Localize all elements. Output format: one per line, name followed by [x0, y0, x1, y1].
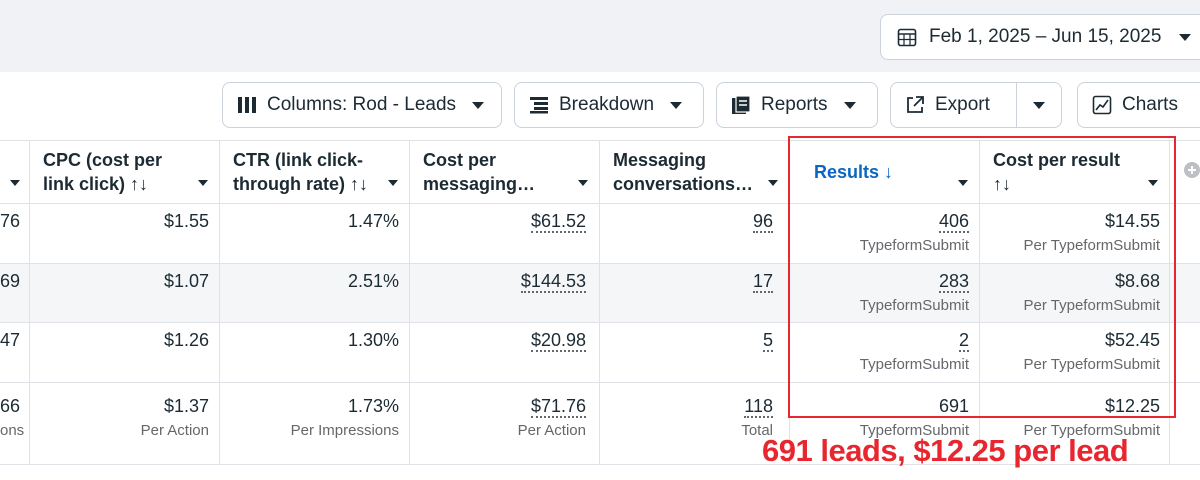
table-cell-cost-per-result-sub: Per TypeformSubmit	[1023, 237, 1160, 254]
table-cell-ctr: 1.30%	[347, 330, 399, 350]
chevron-down-icon	[1179, 33, 1192, 41]
table-cell-ctr: 1.47%	[347, 211, 399, 231]
chevron-down-icon[interactable]	[578, 173, 588, 191]
export-button-group: Export	[890, 82, 1062, 128]
chevron-down-icon[interactable]	[388, 173, 398, 191]
table-cell-cost-per-result: $52.45	[1104, 330, 1160, 350]
table-cell-cpc: $1.26	[163, 330, 209, 350]
chevron-down-icon[interactable]	[198, 173, 208, 191]
column-header-cpc[interactable]: CPC (cost per link click) ↑↓	[43, 148, 162, 196]
column-header-results[interactable]: Results ↓	[814, 160, 893, 184]
date-range-picker[interactable]: Feb 1, 2025 – Jun 15, 2025	[880, 14, 1200, 60]
chart-icon	[1092, 95, 1112, 115]
table-cell-messaging[interactable]: 96	[752, 211, 773, 233]
column-header-cost-per-result[interactable]: Cost per result ↑↓	[993, 148, 1120, 196]
total-cost-per-messaging-sub: Per Action	[517, 422, 586, 439]
export-dropdown-button[interactable]	[1017, 83, 1061, 127]
column-header-cost-per-messaging[interactable]: Cost per messaging…	[423, 148, 535, 196]
breakdown-label: Breakdown	[559, 94, 655, 115]
columns-button[interactable]: Columns: Rod - Leads	[222, 82, 502, 128]
breakdown-button[interactable]: Breakdown	[514, 82, 704, 128]
charts-label: Charts	[1122, 94, 1178, 115]
table-cell-cpc: $1.07	[163, 271, 209, 291]
chevron-down-icon[interactable]	[958, 173, 968, 191]
add-column-icon[interactable]	[1184, 162, 1200, 178]
table-cell-results[interactable]: 2	[958, 330, 969, 352]
table-cell-partial-sub: ons	[0, 422, 25, 439]
total-results: 691	[938, 396, 969, 416]
table-cell-ctr: 2.51%	[347, 271, 399, 291]
charts-button[interactable]: Charts	[1077, 82, 1200, 128]
total-cpc: $1.37	[163, 396, 209, 416]
columns-label: Columns: Rod - Leads	[267, 94, 457, 115]
table-cell-cost-per-result-sub: Per TypeformSubmit	[1023, 356, 1160, 373]
table-cell-results-sub: TypeformSubmit	[859, 297, 969, 314]
chevron-down-icon	[472, 101, 485, 109]
chevron-down-icon[interactable]	[768, 173, 778, 191]
ads-table: CPC (cost per link click) ↑↓ CTR (link c…	[0, 140, 1200, 465]
export-icon	[907, 96, 924, 113]
table-cell-results[interactable]: 283	[938, 271, 969, 293]
table-cell-cost-per-result: $14.55	[1104, 211, 1160, 231]
breakdown-icon	[530, 97, 548, 114]
total-ctr: 1.73%	[347, 396, 399, 416]
total-cost-per-result: $12.25	[1104, 396, 1160, 416]
table-cell-messaging[interactable]: 5	[762, 330, 773, 352]
total-cost-per-messaging[interactable]: $71.76	[530, 396, 586, 418]
table-cell-partial: 47	[0, 330, 21, 350]
reports-label: Reports	[761, 94, 828, 115]
chevron-down-icon[interactable]	[10, 173, 20, 191]
chevron-down-icon	[843, 101, 856, 109]
calendar-icon	[897, 28, 917, 47]
table-cell-partial: 69	[0, 271, 21, 291]
table-cell-cpc: $1.55	[163, 211, 209, 231]
table-cell-partial: 66	[0, 396, 21, 416]
total-cpc-sub: Per Action	[140, 422, 209, 439]
table-cell-cost-per-messaging[interactable]: $61.52	[530, 211, 586, 233]
total-messaging[interactable]: 118	[744, 396, 773, 418]
table-cell-cost-per-messaging[interactable]: $144.53	[520, 271, 586, 293]
table-cell-cost-per-messaging[interactable]: $20.98	[530, 330, 586, 352]
chevron-down-icon[interactable]	[1148, 173, 1158, 191]
chevron-down-icon	[670, 101, 683, 109]
reports-icon	[732, 95, 751, 114]
table-cell-partial: 76	[0, 211, 21, 231]
table-cell-cost-per-result-sub: Per TypeformSubmit	[1023, 297, 1160, 314]
column-header-messaging-conversations[interactable]: Messaging conversations…	[613, 148, 753, 196]
table-cell-results-sub: TypeformSubmit	[859, 356, 969, 373]
date-range-label: Feb 1, 2025 – Jun 15, 2025	[929, 26, 1162, 47]
export-button[interactable]: Export	[891, 83, 1017, 127]
reports-button[interactable]: Reports	[716, 82, 878, 128]
table-cell-results-sub: TypeformSubmit	[859, 237, 969, 254]
chevron-down-icon	[1033, 101, 1045, 109]
table-cell-cost-per-result: $8.68	[1114, 271, 1160, 291]
columns-icon	[238, 97, 256, 113]
annotation-text: 691 leads, $12.25 per lead	[762, 433, 1129, 468]
table-cell-messaging[interactable]: 17	[752, 271, 773, 293]
total-ctr-sub: Per Impressions	[290, 422, 399, 439]
export-label: Export	[935, 94, 990, 115]
column-header-ctr[interactable]: CTR (link click- through rate) ↑↓	[233, 148, 368, 196]
table-cell-results[interactable]: 406	[938, 211, 969, 233]
